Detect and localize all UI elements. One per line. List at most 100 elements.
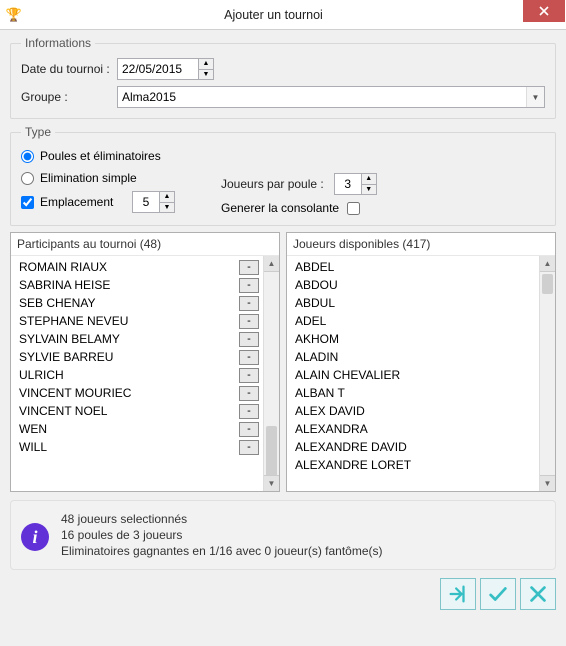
informations-legend: Informations bbox=[21, 36, 95, 50]
participant-name: VINCENT NOEL bbox=[19, 404, 239, 418]
available-row[interactable]: ALAIN CHEVALIER bbox=[287, 366, 555, 384]
date-field[interactable] bbox=[118, 59, 198, 79]
available-row[interactable]: ABDUL bbox=[287, 294, 555, 312]
group-combobox[interactable]: ▼ bbox=[117, 86, 545, 108]
scroll-down-icon[interactable]: ▼ bbox=[264, 475, 279, 491]
available-row[interactable]: ALEXANDRA bbox=[287, 420, 555, 438]
remove-participant-button[interactable]: - bbox=[239, 440, 259, 455]
remove-participant-button[interactable]: - bbox=[239, 350, 259, 365]
participant-row[interactable]: SEB CHENAY- bbox=[11, 294, 279, 312]
available-row[interactable]: ALEX DAVID bbox=[287, 402, 555, 420]
window-title: Ajouter un tournoi bbox=[24, 8, 523, 22]
placement-value[interactable] bbox=[133, 192, 159, 212]
chevron-up-icon[interactable]: ▲ bbox=[362, 174, 376, 185]
participant-row[interactable]: VINCENT MOURIEC- bbox=[11, 384, 279, 402]
available-row[interactable]: ADEL bbox=[287, 312, 555, 330]
participant-row[interactable]: WEN- bbox=[11, 420, 279, 438]
summary-line-2: 16 poules de 3 joueurs bbox=[61, 527, 545, 543]
placement-checkbox[interactable] bbox=[21, 196, 34, 209]
date-label: Date du tournoi : bbox=[21, 62, 111, 76]
placement-label: Emplacement bbox=[40, 195, 126, 209]
participant-name: VINCENT MOURIEC bbox=[19, 386, 239, 400]
remove-participant-button[interactable]: - bbox=[239, 278, 259, 293]
players-per-pool-label: Joueurs par poule : bbox=[221, 177, 324, 191]
date-spinner[interactable]: ▲ ▼ bbox=[198, 59, 213, 79]
participant-row[interactable]: SYLVAIN BELAMY- bbox=[11, 330, 279, 348]
participant-row[interactable]: WILL- bbox=[11, 438, 279, 456]
date-input[interactable]: ▲ ▼ bbox=[117, 58, 214, 80]
chevron-up-icon[interactable]: ▲ bbox=[160, 192, 174, 203]
available-row[interactable]: ALBAN T bbox=[287, 384, 555, 402]
radio-pools[interactable]: Poules et éliminatoires bbox=[21, 147, 211, 165]
participant-row[interactable]: ROMAIN RIAUX- bbox=[11, 258, 279, 276]
participant-name: SYLVIE BARREU bbox=[19, 350, 239, 364]
scroll-thumb[interactable] bbox=[542, 274, 553, 294]
available-row[interactable]: AKHOM bbox=[287, 330, 555, 348]
apply-button[interactable] bbox=[440, 578, 476, 610]
radio-simple-input[interactable] bbox=[21, 172, 34, 185]
generate-consolation-checkbox[interactable] bbox=[347, 202, 360, 215]
participant-name: SEB CHENAY bbox=[19, 296, 239, 310]
chevron-up-icon[interactable]: ▲ bbox=[199, 59, 213, 70]
group-label: Groupe : bbox=[21, 90, 111, 104]
scroll-up-icon[interactable]: ▲ bbox=[540, 256, 555, 272]
ok-button[interactable] bbox=[480, 578, 516, 610]
available-row[interactable]: ALADIN bbox=[287, 348, 555, 366]
participants-list: Participants au tournoi (48) ROMAIN RIAU… bbox=[10, 232, 280, 492]
participant-name: WEN bbox=[19, 422, 239, 436]
remove-participant-button[interactable]: - bbox=[239, 368, 259, 383]
remove-participant-button[interactable]: - bbox=[239, 296, 259, 311]
cancel-button[interactable] bbox=[520, 578, 556, 610]
remove-participant-button[interactable]: - bbox=[239, 332, 259, 347]
available-row[interactable]: ABDEL bbox=[287, 258, 555, 276]
radio-simple-label: Elimination simple bbox=[40, 171, 137, 185]
summary-line-1: 48 joueurs selectionnés bbox=[61, 511, 545, 527]
chevron-down-icon[interactable]: ▼ bbox=[199, 70, 213, 80]
participants-header: Participants au tournoi (48) bbox=[11, 233, 279, 256]
participant-row[interactable]: SYLVIE BARREU- bbox=[11, 348, 279, 366]
informations-group: Informations Date du tournoi : ▲ ▼ Group… bbox=[10, 36, 556, 119]
scrollbar[interactable]: ▲ ▼ bbox=[539, 256, 555, 491]
x-icon bbox=[527, 583, 549, 605]
chevron-down-icon[interactable]: ▼ bbox=[526, 87, 544, 107]
participant-name: ULRICH bbox=[19, 368, 239, 382]
chevron-down-icon[interactable]: ▼ bbox=[362, 185, 376, 195]
close-icon bbox=[539, 6, 549, 16]
arrow-right-icon bbox=[447, 583, 469, 605]
type-group: Type Poules et éliminatoires Elimination… bbox=[10, 125, 556, 226]
radio-simple[interactable]: Elimination simple bbox=[21, 169, 211, 187]
check-icon bbox=[487, 583, 509, 605]
radio-pools-input[interactable] bbox=[21, 150, 34, 163]
scrollbar[interactable]: ▲ ▼ bbox=[263, 256, 279, 491]
available-row[interactable]: ALEXANDRE LORET bbox=[287, 456, 555, 474]
players-per-pool-value[interactable] bbox=[335, 174, 361, 194]
group-field[interactable] bbox=[118, 87, 526, 107]
radio-pools-label: Poules et éliminatoires bbox=[40, 149, 161, 163]
remove-participant-button[interactable]: - bbox=[239, 422, 259, 437]
participant-row[interactable]: VINCENT NOEL- bbox=[11, 402, 279, 420]
summary-line-3: Eliminatoires gagnantes en 1/16 avec 0 j… bbox=[61, 543, 545, 559]
available-row[interactable]: ALEXANDRE DAVID bbox=[287, 438, 555, 456]
generate-consolation-label: Generer la consolante bbox=[221, 201, 339, 215]
summary-panel: i 48 joueurs selectionnés 16 poules de 3… bbox=[10, 500, 556, 570]
placement-stepper[interactable]: ▲▼ bbox=[132, 191, 175, 213]
remove-participant-button[interactable]: - bbox=[239, 260, 259, 275]
remove-participant-button[interactable]: - bbox=[239, 314, 259, 329]
close-button[interactable] bbox=[523, 0, 565, 22]
available-row[interactable]: ABDOU bbox=[287, 276, 555, 294]
participant-name: STEPHANE NEVEU bbox=[19, 314, 239, 328]
chevron-down-icon[interactable]: ▼ bbox=[160, 203, 174, 213]
scroll-up-icon[interactable]: ▲ bbox=[264, 256, 279, 272]
remove-participant-button[interactable]: - bbox=[239, 386, 259, 401]
participant-row[interactable]: ULRICH- bbox=[11, 366, 279, 384]
info-icon: i bbox=[21, 523, 49, 551]
scroll-down-icon[interactable]: ▼ bbox=[540, 475, 555, 491]
scroll-thumb[interactable] bbox=[266, 426, 277, 481]
remove-participant-button[interactable]: - bbox=[239, 404, 259, 419]
trophy-icon: 🏆 bbox=[4, 7, 24, 23]
participant-row[interactable]: STEPHANE NEVEU- bbox=[11, 312, 279, 330]
participant-row[interactable]: SABRINA HEISE- bbox=[11, 276, 279, 294]
placement-row: Emplacement ▲▼ bbox=[21, 193, 211, 211]
title-bar: 🏆 Ajouter un tournoi bbox=[0, 0, 566, 30]
players-per-pool-stepper[interactable]: ▲▼ bbox=[334, 173, 377, 195]
